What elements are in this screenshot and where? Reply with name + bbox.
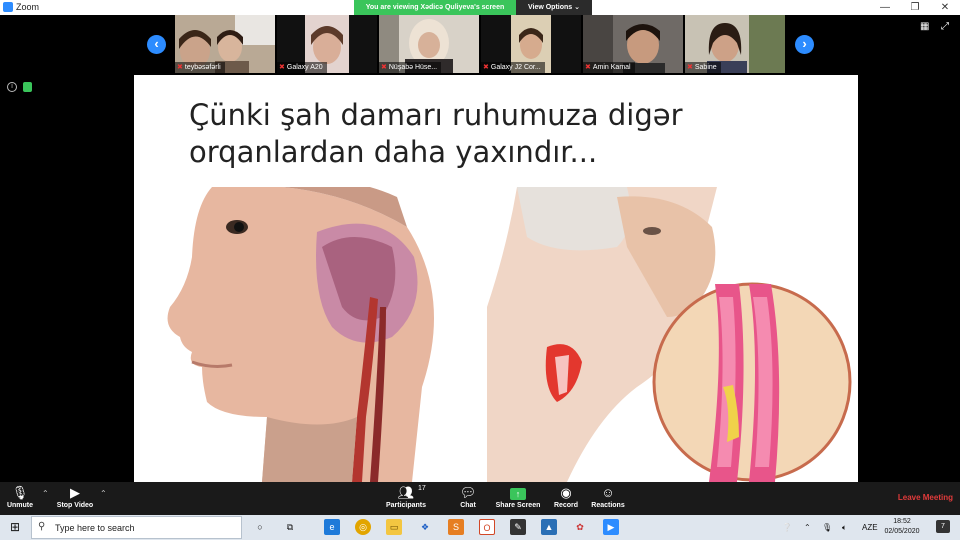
audio-options-caret-icon[interactable]: ⌃ [42,489,49,498]
unmute-label: Unmute [6,502,34,509]
window-title-bar: Zoom You are viewing Xədicə Quliyeva's s… [0,0,960,15]
stop-video-button[interactable]: ▶ Stop Video [54,485,96,513]
mic-muted-icon: ✖ [687,64,693,71]
participant-name-tag: ✖ Sabine [685,62,721,73]
gallery-view-icon[interactable]: ▦ [920,22,932,32]
app-s-icon[interactable]: S [448,519,464,535]
lock-icon[interactable] [23,82,32,92]
carotid-artery-illustration [487,187,858,482]
participant-name: teybəsəfərli [184,64,221,71]
participant-name: Galaxy A20 [286,64,323,71]
paint-icon[interactable]: ✿ [572,519,588,535]
share-screen-icon: ↑ [510,488,526,500]
meeting-info-icons: i [7,82,32,92]
video-options-caret-icon[interactable]: ⌃ [100,489,107,498]
participant-tile[interactable]: ✖ Amin Kamal [583,15,683,73]
share-screen-label: Share Screen [495,502,541,509]
zoom-window: Zoom You are viewing Xədicə Quliyeva's s… [0,0,960,540]
participant-name: Nüşabə Hüse... [388,64,438,71]
taskbar-clock[interactable]: 18:52 02/05/2020 [880,517,924,537]
participant-name-tag: ✖ teybəsəfərli [175,62,225,73]
search-placeholder: Type here to search [55,523,135,533]
mic-muted-icon: ✖ [381,64,387,71]
windows-taskbar: ⊞ ⚲ Type here to search ○ ⧉ e ◎ ▭ ❖ S O … [0,515,960,540]
mic-muted-icon: ✖ [483,64,489,71]
tray-chevron-up-icon[interactable]: ⌃ [804,515,811,540]
restore-button[interactable]: ❐ [900,0,930,15]
participant-name: Amin Kamal [592,64,631,71]
participant-gallery-strip: ‹ ✖ teybəsəfərli ✖ Galaxy A20 ✖ Nüşabə H… [0,15,960,75]
close-button[interactable]: ✕ [930,0,960,15]
view-options-button[interactable]: View Options ⌄ [516,0,592,15]
participant-name-tag: ✖ Galaxy A20 [277,62,327,73]
task-view-icon[interactable]: ⧉ [282,519,298,535]
head-anatomy-illustration [152,187,452,482]
participant-name-tag: ✖ Galaxy J2 Cor... [481,62,545,73]
view-options-label: View Options [527,4,573,11]
clock-date: 02/05/2020 [884,528,920,535]
chat-label: Chat [460,502,476,509]
language-indicator[interactable]: AZE [862,515,878,540]
office-icon[interactable]: O [479,519,495,535]
window-title: Zoom [16,2,40,12]
clock-time: 18:52 [893,518,911,525]
mic-muted-icon: ✖ [279,64,285,71]
participant-name: Sabine [694,64,717,71]
reactions-icon: ☺ [601,485,615,500]
participant-name-tag: ✖ Amin Kamal [583,62,635,73]
participant-name-tag: ✖ Nüşabə Hüse... [379,62,442,73]
participants-count: 17 [418,485,426,492]
participant-tile[interactable]: ✖ Sabine [685,15,785,73]
volume-icon[interactable]: 🔈︎ [842,515,847,540]
gallery-next-button[interactable]: › [795,35,814,54]
info-icon[interactable]: i [7,82,17,92]
zoom-app-icon [3,2,13,12]
gallery-prev-button[interactable]: ‹ [147,35,166,54]
video-camera-icon: ▶ [70,485,80,500]
minimize-button[interactable]: — [870,0,900,15]
meeting-control-bar: 🎙︎ Unmute ⌃ ▶ Stop Video ⌃ 👥︎ Participan… [0,482,960,515]
leave-meeting-button[interactable]: Leave Meeting [898,493,953,502]
notification-center-icon[interactable]: 7 [936,520,950,533]
fullscreen-icon[interactable]: ⤢ [941,22,953,32]
share-screen-button[interactable]: ↑ Share Screen [494,485,542,513]
mic-muted-icon: 🎙︎ [11,485,29,500]
edge-browser-icon[interactable]: e [324,519,340,535]
file-explorer-icon[interactable]: ▭ [386,519,402,535]
slide-title: Çünki şah damarı ruhumuza digər orqanlar… [189,98,683,169]
stop-video-label: Stop Video [56,502,94,509]
chat-button[interactable]: 💬︎ Chat [452,485,484,513]
dropbox-icon[interactable]: ❖ [417,519,433,535]
mic-muted-icon: ✖ [177,64,183,71]
shared-screen-slide: Çünki şah damarı ruhumuza digər orqanlar… [134,75,858,482]
chevron-down-icon: ⌄ [574,4,581,11]
search-icon: ⚲ [38,521,46,532]
participant-tile[interactable]: ✖ Galaxy A20 [277,15,377,73]
participant-tile[interactable]: ✖ Nüşabə Hüse... [379,15,479,73]
windows-start-icon[interactable]: ⊞ [0,515,30,540]
photos-icon[interactable]: ▲ [541,519,557,535]
viewing-screen-label: You are viewing Xədicə Quliyeva's screen [354,0,516,15]
microphone-tray-icon[interactable]: 🎙︎ [822,515,832,540]
record-icon: ◉ [560,485,572,500]
participant-tile[interactable]: ✖ Galaxy J2 Cor... [481,15,581,73]
reactions-button[interactable]: ☺ Reactions [590,485,626,513]
participants-label: Participants [385,502,427,509]
participant-name: Galaxy J2 Cor... [490,64,541,71]
help-icon[interactable]: ❔ [782,515,792,540]
participant-tile[interactable]: ✖ teybəsəfərli [175,15,275,73]
record-button[interactable]: ◉ Record [550,485,582,513]
chrome-browser-icon[interactable]: ◎ [355,519,371,535]
screen-share-banner: You are viewing Xədicə Quliyeva's screen… [354,0,592,15]
cortana-icon[interactable]: ○ [252,519,268,535]
chat-icon: 💬︎ [459,485,477,500]
mic-muted-icon: ✖ [585,64,591,71]
zoom-taskbar-icon[interactable]: ▶ [603,519,619,535]
reactions-label: Reactions [591,502,625,509]
unmute-button[interactable]: 🎙︎ Unmute [4,485,36,513]
record-label: Record [553,502,579,509]
taskbar-search-box[interactable]: ⚲ Type here to search [31,516,242,539]
notes-app-icon[interactable]: ✎ [510,519,526,535]
